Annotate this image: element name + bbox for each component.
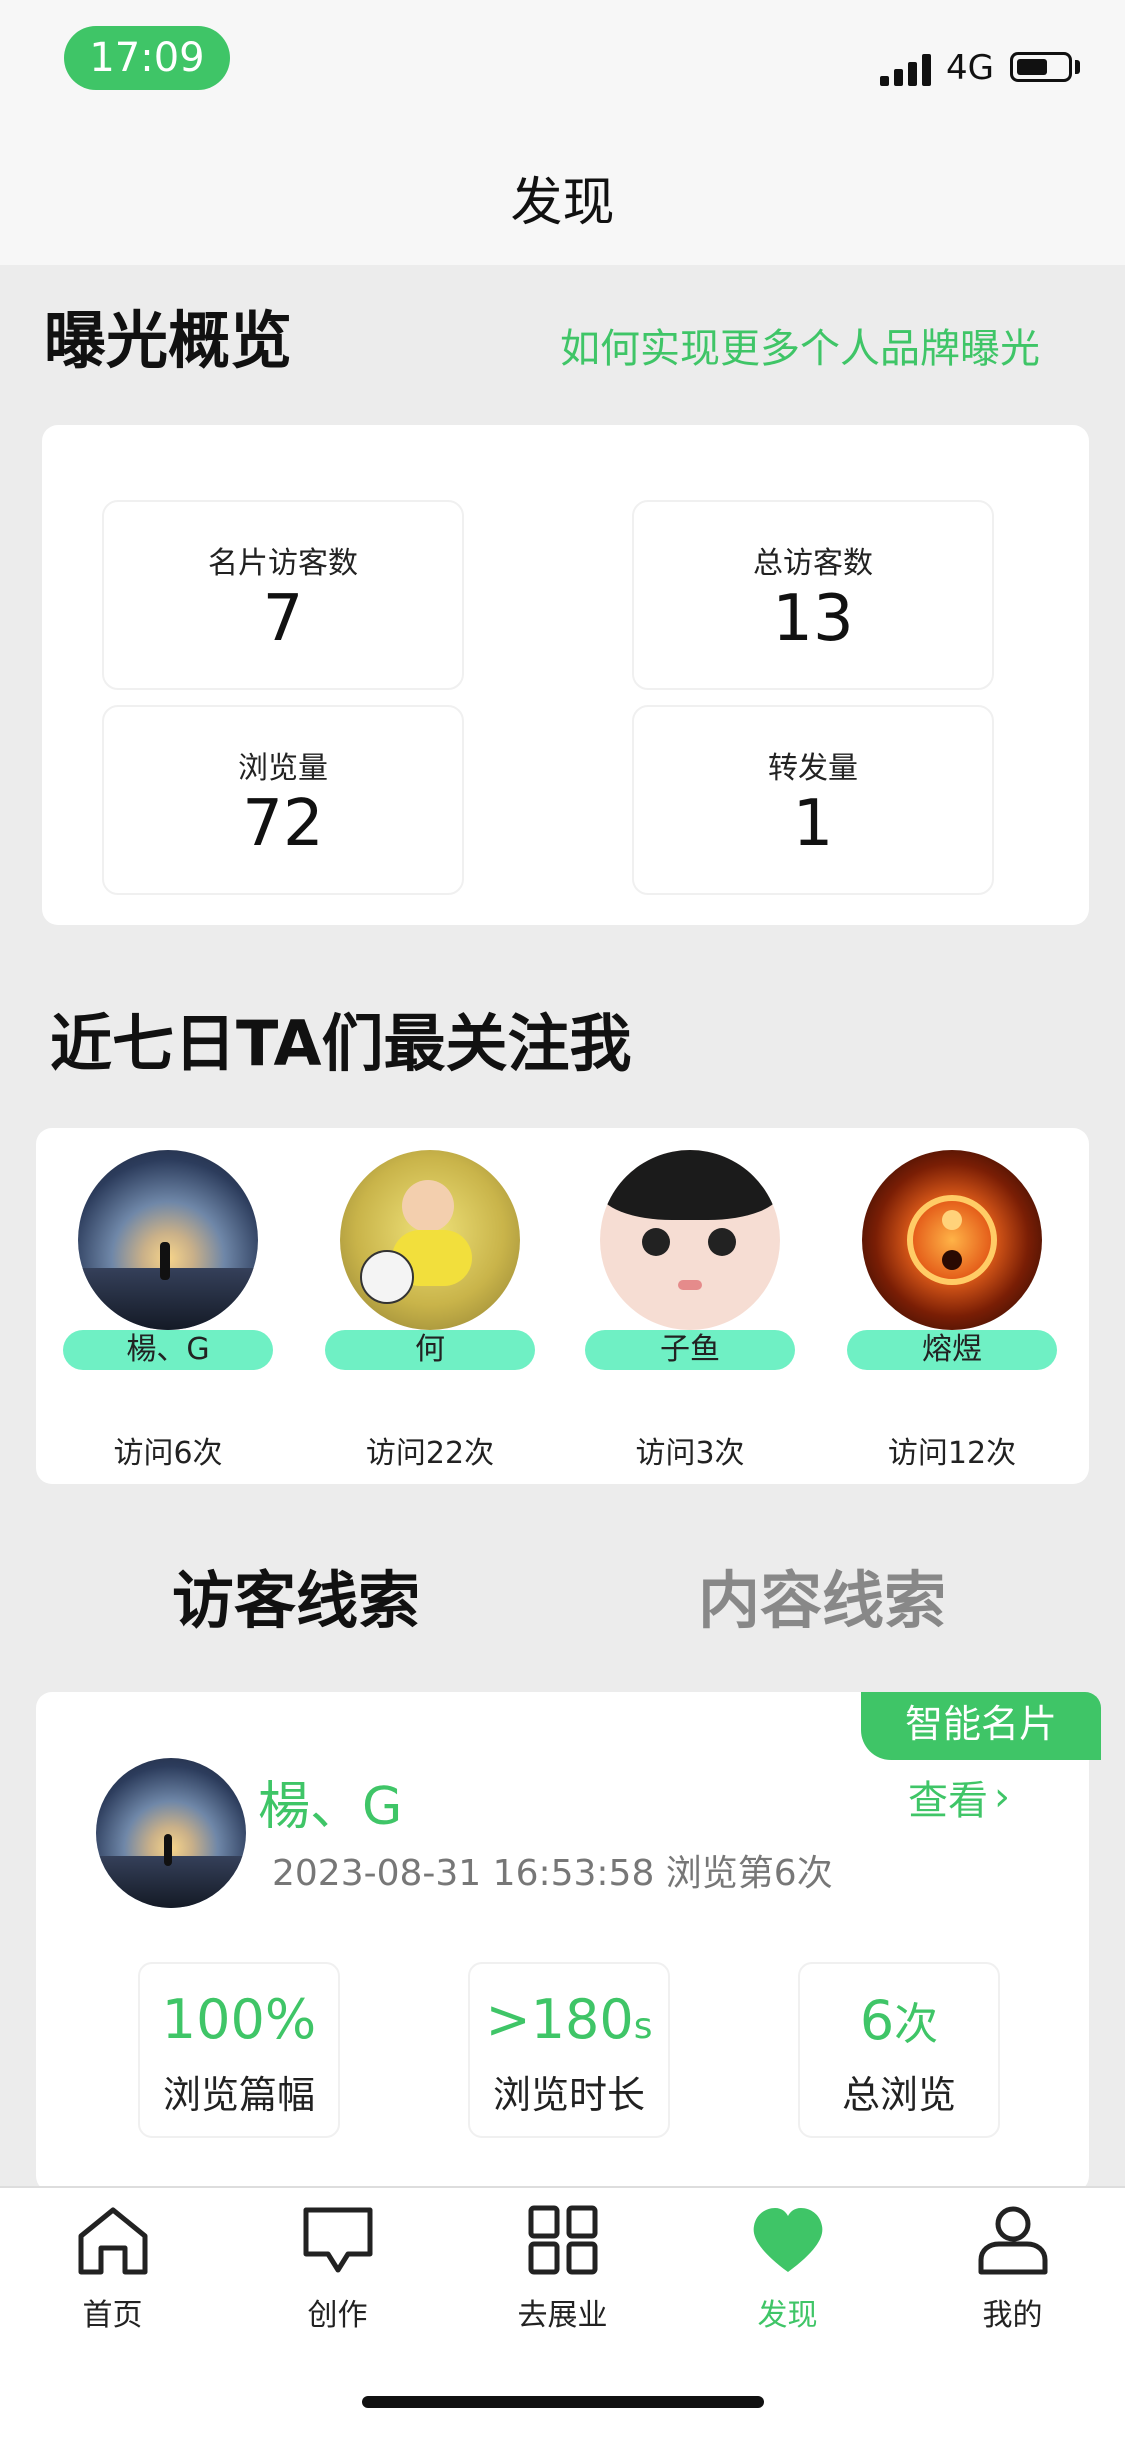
nav-label: 创作: [307, 2298, 368, 2333]
lead-time-info: 2023-08-31 16:53:58 浏览第6次: [272, 1853, 833, 1894]
view-link[interactable]: 查看 ›: [908, 1768, 1010, 1826]
nav-item-discover[interactable]: 发现: [675, 2202, 900, 2334]
stat-value: 1: [792, 787, 834, 861]
brand-exposure-link[interactable]: 如何实现更多个人品牌曝光: [560, 316, 1040, 374]
lead-card[interactable]: 智能名片 楊、G 查看 › 2023-08-31 16:53:58 浏览第6次 …: [36, 1692, 1101, 2192]
follower-visits: 访问3次: [635, 1436, 745, 1471]
exposure-title: 曝光概览: [44, 304, 293, 377]
signal-icon: [880, 50, 936, 86]
avatar[interactable]: [340, 1150, 520, 1330]
follower-visits: 访问12次: [887, 1436, 1017, 1471]
follower-visits: 访问22次: [365, 1436, 495, 1471]
home-indicator[interactable]: [362, 2396, 764, 2408]
nav-label: 我的: [982, 2298, 1043, 2333]
battery-icon: [1010, 52, 1072, 82]
stat-card-shares: 转发量 1: [632, 705, 994, 895]
stat-label: 浏览量: [238, 751, 328, 786]
metric-view-depth: 100% 浏览篇幅: [138, 1962, 340, 2138]
battery-tip: [1075, 60, 1080, 74]
follower-name: 子鱼: [585, 1330, 795, 1370]
page-title: 发现: [510, 173, 615, 233]
metric-label: 浏览篇幅: [162, 2073, 315, 2117]
metric-value: >180: [485, 1988, 634, 2051]
smart-card-badge: 智能名片: [861, 1692, 1101, 1760]
nav-item-home[interactable]: 首页: [0, 2202, 225, 2334]
stat-card-visitors: 名片访客数 7: [102, 500, 464, 690]
nav-label: 发现: [757, 2298, 818, 2333]
follower-name: 熔煜: [847, 1330, 1057, 1370]
follower-visits: 访问6次: [113, 1436, 223, 1471]
status-time: 17:09: [64, 26, 230, 90]
stat-card-views: 浏览量 72: [102, 705, 464, 895]
follower-name: 楊、G: [63, 1330, 273, 1370]
lead-name: 楊、G: [258, 1777, 403, 1837]
person-icon: [978, 2206, 1047, 2275]
avatar[interactable]: [600, 1150, 780, 1330]
network-type: 4G: [946, 48, 994, 88]
stat-label: 转发量: [768, 751, 858, 786]
nav-item-me[interactable]: 我的: [900, 2202, 1125, 2334]
stat-card-total-visitors: 总访客数 13: [632, 500, 994, 690]
followers-card: 楊、G 访问6次 何 访问22次 子鱼 访问3次 熔煜 访问12次: [36, 1128, 1089, 1484]
nav-label: 去展业: [517, 2298, 608, 2333]
lead-avatar[interactable]: [96, 1758, 246, 1908]
tab-visitor-leads[interactable]: 访客线索: [172, 1550, 420, 1640]
nav-item-create[interactable]: 创作: [225, 2202, 450, 2334]
metric-label: 浏览时长: [492, 2073, 645, 2117]
nav-item-business[interactable]: 去展业: [450, 2202, 675, 2334]
stat-value: 13: [772, 582, 854, 656]
exposure-card: 名片访客数 7 总访客数 13 浏览量 72 转发量 1: [42, 425, 1089, 925]
metric-total-views: 6次 总浏览: [798, 1962, 1000, 2138]
heart-icon: [753, 2208, 822, 2272]
grid-icon: [528, 2205, 597, 2275]
nav-label: 首页: [82, 2298, 143, 2333]
tab-content-leads[interactable]: 内容线索: [698, 1550, 946, 1640]
metric-label: 总浏览: [841, 2073, 956, 2117]
metric-unit: s: [633, 2006, 653, 2047]
avatar[interactable]: [862, 1150, 1042, 1330]
metric-value: 6: [859, 1989, 895, 2052]
view-label: 查看: [908, 1778, 988, 1824]
metric-view-duration: >180s 浏览时长: [468, 1962, 670, 2138]
metric-value: 100%: [161, 1988, 317, 2051]
follower-name: 何: [325, 1330, 535, 1370]
stat-value: 72: [242, 787, 324, 861]
avatar[interactable]: [78, 1150, 258, 1330]
chevron-right-icon: ›: [994, 1774, 1010, 1820]
chat-bubble-icon: [303, 2207, 372, 2273]
followers-title: 近七日TA们最关注我: [50, 1007, 632, 1080]
stat-value: 7: [262, 582, 304, 656]
stat-label: 名片访客数: [208, 546, 358, 581]
metric-unit: 次: [894, 1999, 939, 2050]
home-icon: [78, 2207, 147, 2275]
stat-label: 总访客数: [753, 546, 873, 581]
